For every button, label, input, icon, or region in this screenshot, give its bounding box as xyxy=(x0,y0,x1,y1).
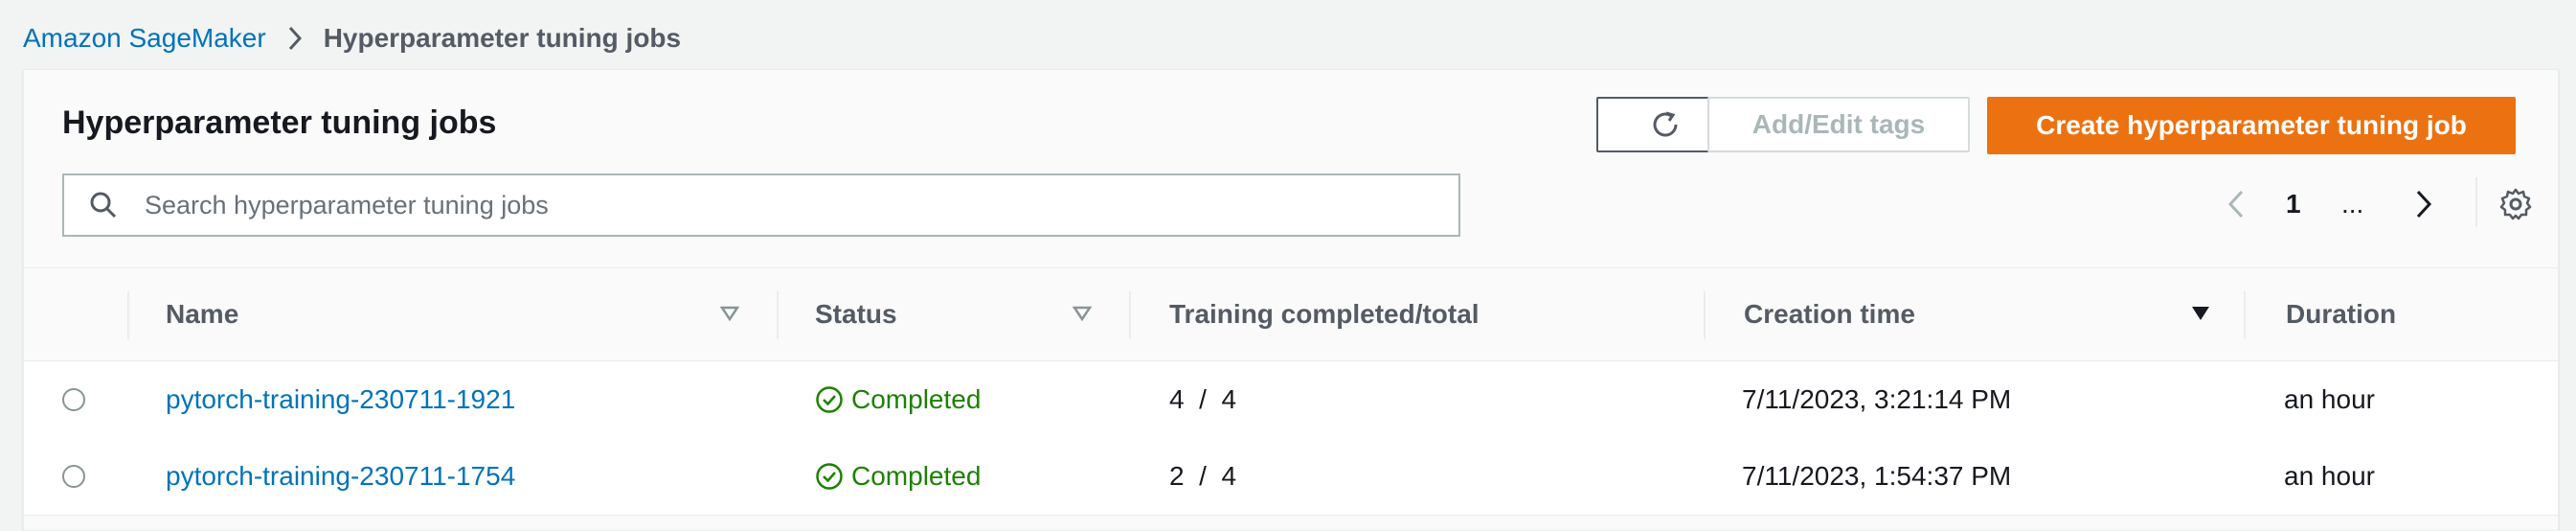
breadcrumb: Amazon SageMaker Hyperparameter tuning j… xyxy=(23,21,681,56)
breadcrumb-link-sagemaker[interactable]: Amazon SageMaker xyxy=(23,23,266,54)
column-divider xyxy=(1129,291,1131,339)
page-number-1[interactable]: 1 xyxy=(2286,175,2301,233)
create-tuning-job-button[interactable]: Create hyperparameter tuning job xyxy=(1987,97,2516,154)
add-edit-tags-button[interactable]: Add/Edit tags xyxy=(1707,97,1970,152)
duration: an hour xyxy=(2284,384,2375,414)
status-text: Completed xyxy=(851,461,982,491)
tuning-jobs-panel: Hyperparameter tuning jobs Add/Edit tags… xyxy=(23,69,2559,531)
previous-page-button[interactable] xyxy=(2217,175,2255,233)
chevron-left-icon xyxy=(2226,188,2247,220)
chevron-right-icon xyxy=(266,25,324,52)
job-name-link[interactable]: pytorch-training-230711-1921 xyxy=(166,384,515,415)
column-header-duration: Duration xyxy=(2286,299,2397,329)
pagination-divider xyxy=(2475,177,2477,227)
sort-unsorted-icon[interactable] xyxy=(719,303,740,329)
job-name-link[interactable]: pytorch-training-230711-1754 xyxy=(166,461,515,492)
creation-time: 7/11/2023, 1:54:37 PM xyxy=(1742,461,2012,491)
status-badge: Completed xyxy=(815,438,981,515)
chevron-right-icon xyxy=(2413,188,2434,220)
creation-time: 7/11/2023, 3:21:14 PM xyxy=(1742,384,2012,414)
training-progress: 4 / 4 xyxy=(1169,384,1237,414)
search-field[interactable] xyxy=(62,173,1460,237)
column-header-status[interactable]: Status xyxy=(815,268,897,360)
refresh-icon xyxy=(1648,107,1683,142)
table-preferences-button[interactable] xyxy=(2489,175,2542,233)
row-select-radio[interactable] xyxy=(62,465,85,488)
gear-icon xyxy=(2498,187,2533,221)
column-divider xyxy=(2244,291,2246,339)
pagination-ellipsis: ... xyxy=(2341,189,2364,219)
sort-unsorted-icon[interactable] xyxy=(1072,303,1093,329)
next-page-button[interactable] xyxy=(2405,175,2443,233)
table-header: Name Status Training completed/total Cre… xyxy=(24,267,2558,362)
column-header-training: Training completed/total xyxy=(1169,299,1480,329)
status-text: Completed xyxy=(851,384,982,414)
search-icon xyxy=(64,191,143,219)
row-select-radio[interactable] xyxy=(62,388,85,411)
success-check-icon xyxy=(815,462,844,491)
column-divider xyxy=(127,291,129,339)
success-check-icon xyxy=(815,385,844,414)
column-header-creation-time[interactable]: Creation time xyxy=(1744,268,1915,360)
column-divider xyxy=(1704,291,1706,339)
sort-descending-icon[interactable] xyxy=(2190,303,2211,329)
search-input[interactable] xyxy=(143,189,1391,221)
training-progress: 2 / 4 xyxy=(1169,461,1237,491)
column-header-name[interactable]: Name xyxy=(166,268,238,360)
status-badge: Completed xyxy=(815,361,981,438)
column-divider xyxy=(777,291,779,339)
breadcrumb-current: Hyperparameter tuning jobs xyxy=(323,23,682,53)
duration: an hour xyxy=(2284,461,2375,491)
table-row[interactable]: pytorch-training-230711-1754 Completed 2… xyxy=(24,438,2558,516)
page-title: Hyperparameter tuning jobs xyxy=(62,104,497,141)
table-row[interactable]: pytorch-training-230711-1921 Completed 4… xyxy=(24,361,2558,439)
